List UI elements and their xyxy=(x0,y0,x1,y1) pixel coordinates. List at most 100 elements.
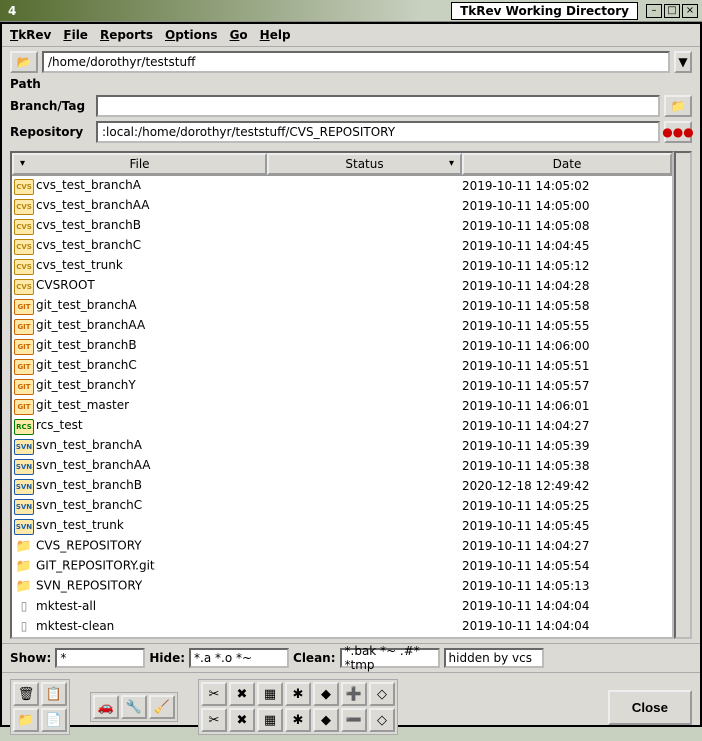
clean-input[interactable]: *.bak *~ .#* *tmp xyxy=(340,648,440,668)
vertical-scrollbar[interactable] xyxy=(674,151,692,639)
tool-btn-g3r1-4[interactable]: ◆ xyxy=(313,682,339,706)
hide-input[interactable]: *.a *.o *~ xyxy=(189,648,289,668)
column-file[interactable]: ▾File xyxy=(12,153,267,175)
tool-btn-g3r1-1[interactable]: ✖ xyxy=(229,682,255,706)
close-button[interactable]: Close xyxy=(608,690,692,725)
table-row[interactable]: GITgit_test_branchC2019-10-11 14:05:51 xyxy=(12,356,672,376)
column-date[interactable]: Date xyxy=(462,153,672,175)
tool-btn-g3r1-3[interactable]: ✱ xyxy=(285,682,311,706)
column-status[interactable]: Status▾ xyxy=(267,153,462,175)
table-row[interactable]: 📁GIT_REPOSITORY.git2019-10-11 14:05:54 xyxy=(12,556,672,576)
tool-group-2: 🚗 🔧 🧹 xyxy=(90,692,178,722)
svn-icon: SVN xyxy=(14,519,34,535)
hidden-by-vcs-input[interactable]: hidden by vcs xyxy=(444,648,544,668)
file-header: ▾File Status▾ Date xyxy=(12,153,672,176)
tool-btn-g3r1-5[interactable]: ➕ xyxy=(341,682,367,706)
tool-group-3: ✂✖▦✱◆➕◇ ✂✖▦✱◆➖◇ xyxy=(198,679,398,735)
tool-btn-g3r2-2[interactable]: ▦ xyxy=(257,708,283,732)
file-name: git_test_branchC xyxy=(36,358,137,372)
menu-go[interactable]: Go xyxy=(230,28,248,42)
close-window-button[interactable]: × xyxy=(682,4,698,18)
file-name: svn_test_branchB xyxy=(36,478,142,492)
table-row[interactable]: CVScvs_test_trunk2019-10-11 14:05:12 xyxy=(12,256,672,276)
minimize-button[interactable]: – xyxy=(646,4,662,18)
tool-btn-g3r1-0[interactable]: ✂ xyxy=(201,682,227,706)
file-pane: ▾File Status▾ Date CVScvs_test_branchA20… xyxy=(10,151,692,639)
table-row[interactable]: RCSrcs_test2019-10-11 14:04:27 xyxy=(12,416,672,436)
cvs-icon: CVS xyxy=(14,179,34,195)
menu-options[interactable]: Options xyxy=(165,28,218,42)
file-body: CVScvs_test_branchA2019-10-11 14:05:02CV… xyxy=(12,176,672,636)
tool-group-1: 🗑 📋 📁 📄 xyxy=(10,679,70,735)
file-date: 2019-10-11 14:05:58 xyxy=(462,299,672,313)
file-date: 2019-10-11 14:05:25 xyxy=(462,499,672,513)
table-row[interactable]: 📁CVS_REPOSITORY2019-10-11 14:04:27 xyxy=(12,536,672,556)
file-date: 2019-10-11 14:04:27 xyxy=(462,539,672,553)
file-name: rcs_test xyxy=(36,418,83,432)
table-row[interactable]: CVScvs_test_branchA2019-10-11 14:05:02 xyxy=(12,176,672,196)
git-icon: GIT xyxy=(14,399,34,415)
path-input[interactable]: /home/dorothyr/teststuff xyxy=(42,51,670,73)
maximize-button[interactable]: □ xyxy=(664,4,680,18)
branch-tag-input[interactable] xyxy=(96,95,660,117)
repo-browse-button[interactable]: ●●● xyxy=(664,121,692,143)
file-name: GIT_REPOSITORY.git xyxy=(36,559,155,573)
table-row[interactable]: SVNsvn_test_branchAA2019-10-11 14:05:38 xyxy=(12,456,672,476)
table-row[interactable]: SVNsvn_test_trunk2019-10-11 14:05:45 xyxy=(12,516,672,536)
svn-icon: SVN xyxy=(14,439,34,455)
table-row[interactable]: SVNsvn_test_branchC2019-10-11 14:05:25 xyxy=(12,496,672,516)
tool-btn-g3r2-1[interactable]: ✖ xyxy=(229,708,255,732)
file-date: 2019-10-11 14:04:04 xyxy=(462,599,672,613)
file-date: 2019-10-11 14:04:04 xyxy=(462,619,672,633)
table-row[interactable]: GITgit_test_branchY2019-10-11 14:05:57 xyxy=(12,376,672,396)
table-row[interactable]: CVScvs_test_branchC2019-10-11 14:04:45 xyxy=(12,236,672,256)
tool-btn-g3r2-5[interactable]: ➖ xyxy=(341,708,367,732)
menu-reports[interactable]: Reports xyxy=(100,28,153,42)
tool-btn-g3r1-2[interactable]: ▦ xyxy=(257,682,283,706)
table-row[interactable]: SVNsvn_test_branchB2020-12-18 12:49:42 xyxy=(12,476,672,496)
git-icon: GIT xyxy=(14,379,34,395)
table-row[interactable]: CVScvs_test_branchAA2019-10-11 14:05:00 xyxy=(12,196,672,216)
file-date: 2019-10-11 14:05:51 xyxy=(462,359,672,373)
table-row[interactable]: 📁SVN_REPOSITORY2019-10-11 14:05:13 xyxy=(12,576,672,596)
tool-btn-g3r1-6[interactable]: ◇ xyxy=(369,682,395,706)
tool-btn-g3r2-6[interactable]: ◇ xyxy=(369,708,395,732)
trash-button[interactable]: 🗑 xyxy=(13,682,39,706)
folder-button[interactable]: 📁 xyxy=(13,708,39,732)
table-row[interactable]: GITgit_test_branchB2019-10-11 14:06:00 xyxy=(12,336,672,356)
folder-up-button[interactable]: 📂 xyxy=(10,51,38,73)
table-row[interactable]: CVSCVSROOT2019-10-11 14:04:28 xyxy=(12,276,672,296)
tool-btn-g3r2-0[interactable]: ✂ xyxy=(201,708,227,732)
tool-btn-c[interactable]: 🧹 xyxy=(149,695,175,719)
table-row[interactable]: CVScvs_test_branchB2019-10-11 14:05:08 xyxy=(12,216,672,236)
menu-tkrev[interactable]: TkRev xyxy=(10,28,51,42)
branch-browse-button[interactable]: 📁 xyxy=(664,95,692,117)
clean-label: Clean: xyxy=(293,651,336,665)
show-input[interactable]: * xyxy=(55,648,145,668)
tool-btn-a[interactable]: 🚗 xyxy=(93,695,119,719)
file-name: git_test_branchB xyxy=(36,338,137,352)
table-row[interactable]: ▯mktest-all2019-10-11 14:04:04 xyxy=(12,596,672,616)
table-row[interactable]: GITgit_test_master2019-10-11 14:06:01 xyxy=(12,396,672,416)
file-name: git_test_branchA xyxy=(36,298,137,312)
repository-input[interactable]: :local:/home/dorothyr/teststuff/CVS_REPO… xyxy=(96,121,660,143)
file-name: cvs_test_branchC xyxy=(36,238,141,252)
menu-file[interactable]: File xyxy=(63,28,88,42)
table-row[interactable]: SVNsvn_test_branchA2019-10-11 14:05:39 xyxy=(12,436,672,456)
menu-help[interactable]: Help xyxy=(260,28,291,42)
file-date: 2019-10-11 14:05:00 xyxy=(462,199,672,213)
table-row[interactable]: ▯mktest-clean2019-10-11 14:04:04 xyxy=(12,616,672,636)
table-row[interactable]: GITgit_test_branchA2019-10-11 14:05:58 xyxy=(12,296,672,316)
clipboard-button[interactable]: 📋 xyxy=(41,682,67,706)
svn-icon: SVN xyxy=(14,499,34,515)
hide-label: Hide: xyxy=(149,651,185,665)
file-button[interactable]: 📄 xyxy=(41,708,67,732)
tool-btn-g3r2-3[interactable]: ✱ xyxy=(285,708,311,732)
cvs-icon: CVS xyxy=(14,219,34,235)
table-row[interactable]: GITgit_test_branchAA2019-10-11 14:05:55 xyxy=(12,316,672,336)
file-icon: ▯ xyxy=(14,618,34,634)
tool-btn-g3r2-4[interactable]: ◆ xyxy=(313,708,339,732)
path-dropdown-arrow[interactable]: ▼ xyxy=(674,51,692,73)
tool-btn-b[interactable]: 🔧 xyxy=(121,695,147,719)
dir-icon: 📁 xyxy=(14,538,34,554)
